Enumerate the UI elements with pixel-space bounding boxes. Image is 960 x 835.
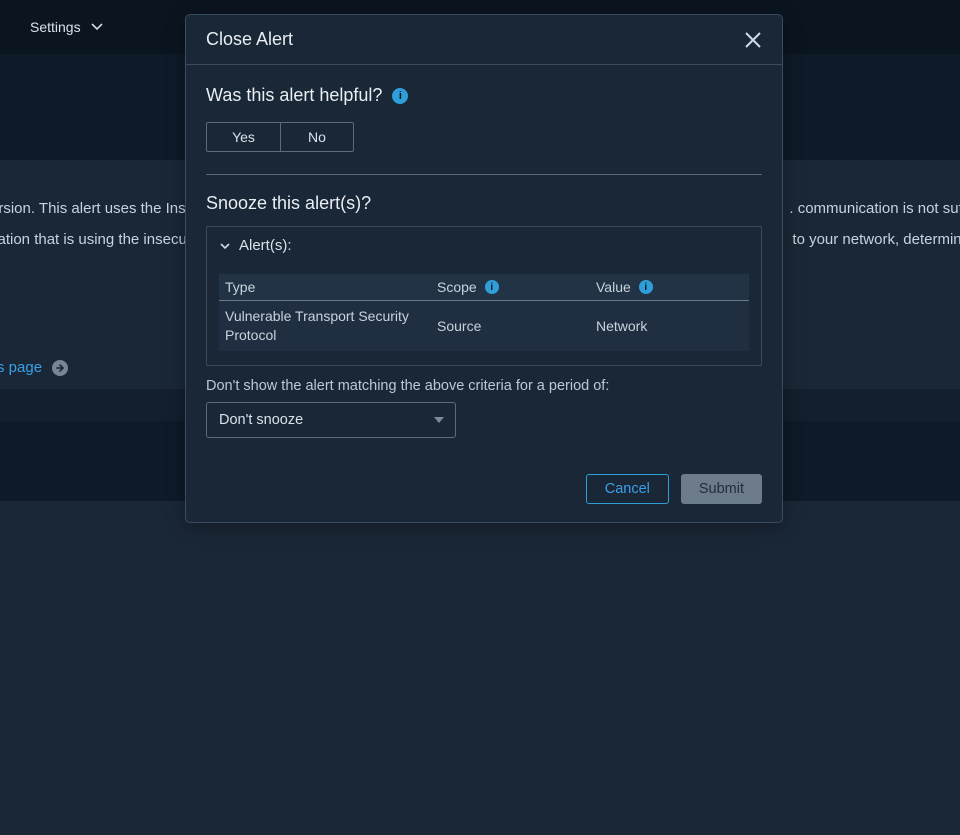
- snooze-period-label: Don't show the alert matching the above …: [206, 378, 762, 394]
- dialog-title: Close Alert: [206, 29, 293, 50]
- table-row: Vulnerable Transport Security Protocol S…: [219, 301, 749, 351]
- snooze-select-value: Don't snooze: [219, 412, 303, 428]
- snooze-select-wrap: Don't snooze: [206, 402, 456, 438]
- settings-menu[interactable]: Settings: [30, 19, 103, 35]
- col-type: Type: [225, 279, 255, 295]
- dialog-footer: Cancel Submit: [186, 458, 782, 522]
- page-link-text: s page: [0, 359, 42, 376]
- divider: [206, 174, 762, 175]
- helpful-heading: Was this alert helpful? i: [206, 85, 762, 106]
- dialog-body: Was this alert helpful? i Yes No Snooze …: [186, 65, 782, 438]
- info-icon[interactable]: i: [485, 280, 499, 294]
- bg-page-link[interactable]: s page: [0, 359, 68, 376]
- cell-type: Vulnerable Transport Security Protocol: [219, 301, 431, 351]
- no-button[interactable]: No: [280, 123, 353, 151]
- helpful-heading-text: Was this alert helpful?: [206, 85, 382, 106]
- alerts-box: Alert(s): Type Scopei Valuei Vulnerable …: [206, 226, 762, 366]
- bg-text-2-right: to your network, determine: [792, 231, 960, 248]
- helpful-toggle: Yes No: [206, 122, 354, 152]
- settings-label: Settings: [30, 19, 81, 35]
- caret-down-icon: [434, 417, 444, 423]
- col-scope: Scope: [437, 279, 477, 295]
- col-value: Value: [596, 279, 631, 295]
- snooze-heading: Snooze this alert(s)?: [206, 193, 762, 214]
- alerts-table: Type Scopei Valuei Vulnerable Transport …: [219, 274, 749, 351]
- snooze-select[interactable]: Don't snooze: [206, 402, 456, 438]
- yes-button[interactable]: Yes: [207, 123, 280, 151]
- close-alert-dialog: Close Alert Was this alert helpful? i Ye…: [185, 14, 783, 523]
- chevron-down-icon: [219, 240, 231, 252]
- alerts-collapse-header[interactable]: Alert(s):: [207, 227, 761, 264]
- bg-text-2-left: cation that is using the insecu: [0, 231, 187, 248]
- close-icon[interactable]: [744, 31, 762, 49]
- dialog-header: Close Alert: [186, 15, 782, 65]
- bg-text-1-right: . communication is not suffi: [789, 200, 960, 217]
- external-link-icon: [52, 360, 68, 376]
- cell-value: Network: [590, 301, 749, 351]
- chevron-down-icon: [91, 23, 103, 31]
- alerts-label: Alert(s):: [239, 237, 292, 254]
- cancel-button[interactable]: Cancel: [586, 474, 669, 504]
- bg-text-1-left: ersion. This alert uses the Ins: [0, 200, 186, 217]
- info-icon[interactable]: i: [392, 88, 408, 104]
- cell-scope: Source: [431, 301, 590, 351]
- info-icon[interactable]: i: [639, 280, 653, 294]
- submit-button[interactable]: Submit: [681, 474, 762, 504]
- table-header-row: Type Scopei Valuei: [219, 274, 749, 301]
